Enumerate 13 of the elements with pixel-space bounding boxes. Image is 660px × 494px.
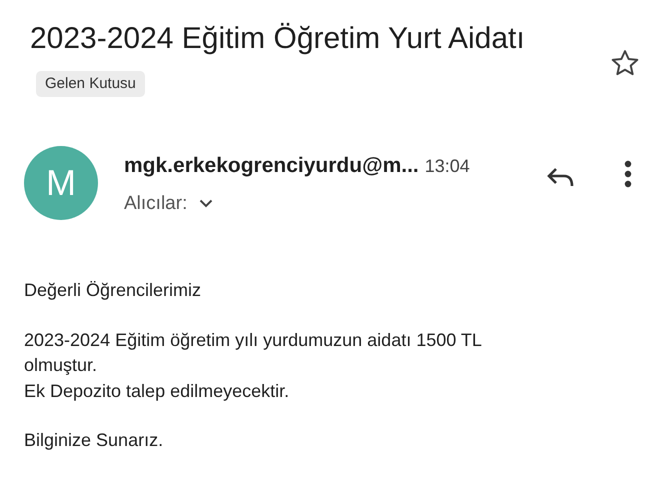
email-time: 13:04: [424, 156, 470, 176]
recipients-toggle[interactable]: Alıcılar:: [124, 190, 214, 218]
inbox-label[interactable]: Gelen Kutusu: [36, 71, 145, 97]
chevron-down-icon: [199, 199, 214, 208]
message-line: Bilginize Sunarız.: [24, 429, 164, 452]
more-options-button[interactable]: [624, 160, 632, 188]
message-line: Değerli Öğrencilerimiz: [24, 279, 202, 302]
sender-address: mgk.erkekogrenciyurdu@m...: [124, 154, 419, 177]
message-line: 2023-2024 Eğitim öğretim yılı yurdumuzun aidatı 1500 TL olmuştur.: [24, 328, 482, 377]
star-button[interactable]: [610, 48, 640, 78]
email-subject: 2023-2024 Eğitim Öğretim Yurt Aidatı: [30, 22, 525, 55]
message-line: Ek Depozito talep edilmeyecektir.: [24, 380, 290, 403]
sender-avatar: M: [24, 146, 98, 220]
